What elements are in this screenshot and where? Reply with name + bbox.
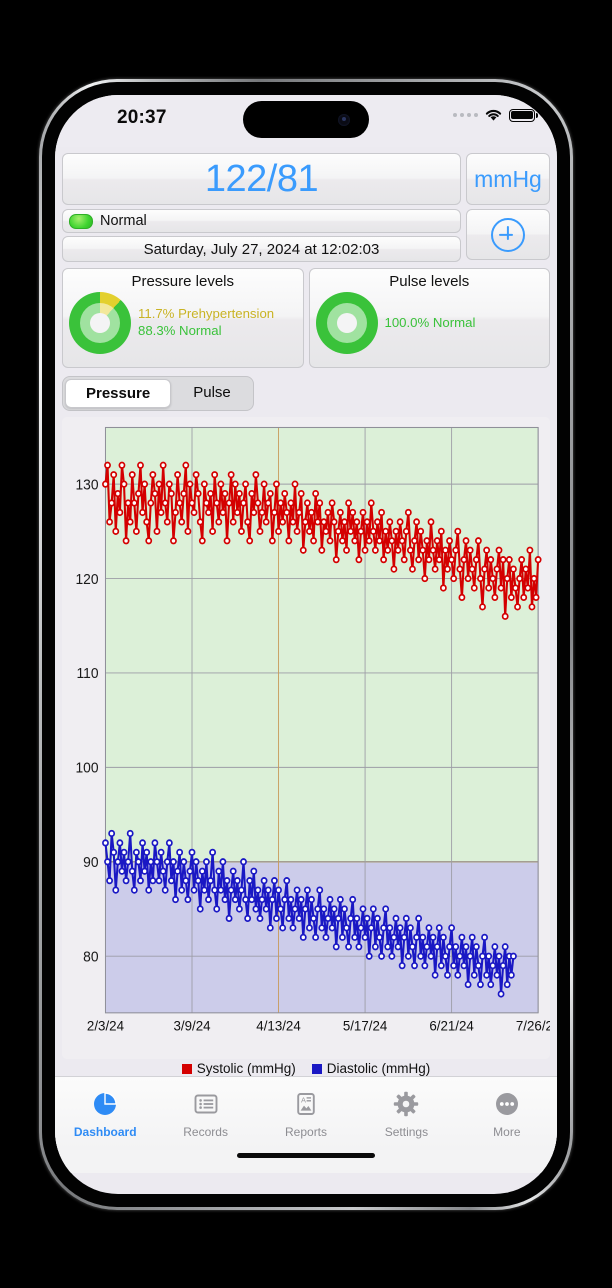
- svg-text:7/26/24: 7/26/24: [516, 1018, 550, 1033]
- pressure-levels-body: 11.7% Prehypertension 88.3% Normal: [63, 290, 303, 354]
- svg-text:A: A: [301, 1096, 306, 1105]
- unit-button[interactable]: mmHg: [466, 153, 550, 205]
- reading-row: 122/81 mmHg: [55, 147, 557, 205]
- pulse-donut-hole: [336, 313, 357, 333]
- pressure-levels-card[interactable]: Pressure levels 11.7% Prehypertension 88…: [62, 268, 304, 368]
- home-indicator[interactable]: [237, 1153, 375, 1158]
- phone-screen: 20:37 122/81 mmHg Normal Saturday, July …: [55, 95, 557, 1194]
- pressure-donut-hole: [90, 313, 110, 333]
- svg-text:120: 120: [75, 571, 98, 587]
- levels-row: Pressure levels 11.7% Prehypertension 88…: [55, 262, 557, 368]
- svg-text:90: 90: [83, 855, 98, 871]
- pulse-legend-item-0: 100.0% Normal: [384, 314, 476, 330]
- svg-text:2/3/24: 2/3/24: [87, 1018, 124, 1033]
- pulse-levels-title: Pulse levels: [389, 273, 470, 290]
- svg-text:100: 100: [75, 760, 98, 776]
- signal-dots-icon: [453, 113, 478, 117]
- segmented-control-wrap: Pressure Pulse: [55, 368, 557, 411]
- segmented-control[interactable]: Pressure Pulse: [62, 376, 254, 411]
- latest-reading-card[interactable]: 122/81: [62, 153, 461, 205]
- tab-more[interactable]: More: [457, 1077, 557, 1149]
- reading-timestamp: Saturday, July 27, 2024 at 12:02:03: [143, 240, 380, 258]
- tab-reports[interactable]: A Reports: [256, 1077, 356, 1149]
- pressure-chart-svg[interactable]: 80 90 100 110 120 130 2/3/24 3/9/24 4/13/24 5/17/…: [62, 417, 550, 1059]
- home-indicator-area: [55, 1149, 557, 1173]
- wifi-icon: [484, 108, 503, 122]
- tab-label-records: Records: [183, 1125, 228, 1139]
- plus-circle-icon: [491, 217, 525, 252]
- svg-text:110: 110: [77, 666, 99, 682]
- list-icon: [193, 1091, 219, 1122]
- tab-label-more: More: [493, 1125, 521, 1139]
- phone-bezel: 20:37 122/81 mmHg Normal Saturday, July …: [42, 82, 570, 1207]
- dynamic-island: [243, 101, 369, 138]
- legend-swatch-systolic: [181, 1063, 192, 1074]
- pressure-legend: 11.7% Prehypertension 88.3% Normal: [131, 306, 274, 340]
- legend-item-systolic: Systolic (mmHg): [181, 1061, 296, 1076]
- status-bar-indicators: [453, 108, 538, 122]
- pressure-chart[interactable]: 80 90 100 110 120 130 2/3/24 3/9/24 4/13/24 5/17/…: [62, 417, 550, 1059]
- battery-icon: [509, 108, 538, 122]
- tab-settings[interactable]: Settings: [356, 1077, 456, 1149]
- tab-label-reports: Reports: [285, 1125, 328, 1139]
- pulse-legend: 100.0% Normal: [378, 315, 476, 332]
- front-camera-icon: [338, 113, 350, 126]
- legend-item-diastolic: Diastolic (mmHg): [311, 1061, 431, 1076]
- tab-records[interactable]: Records: [155, 1077, 255, 1149]
- classification-column: Normal Saturday, July 27, 2024 at 12:02:…: [62, 209, 461, 262]
- add-reading-button[interactable]: [466, 209, 550, 260]
- ellipsis-circle-icon: [494, 1091, 520, 1122]
- svg-text:3/9/24: 3/9/24: [173, 1018, 210, 1033]
- legend-label-systolic: Systolic (mmHg): [196, 1061, 296, 1076]
- pressure-legend-item-0: 11.7% Prehypertension: [138, 306, 275, 322]
- pressure-levels-title: Pressure levels: [131, 273, 235, 290]
- pulse-donut-chart: [315, 292, 378, 354]
- pulse-levels-card[interactable]: Pulse levels 100.0% Normal: [308, 268, 550, 368]
- tab-dashboard[interactable]: Dashboard: [55, 1077, 155, 1149]
- tab-pressure[interactable]: Pressure: [65, 379, 172, 408]
- chart-legend: Systolic (mmHg) Diastolic (mmHg): [55, 1059, 557, 1076]
- svg-text:6/21/24: 6/21/24: [429, 1018, 474, 1033]
- tab-pulse[interactable]: Pulse: [173, 379, 251, 408]
- report-document-icon: A: [293, 1091, 319, 1122]
- legend-swatch-diastolic: [311, 1063, 322, 1074]
- status-indicator-icon: [69, 213, 93, 229]
- pressure-legend-item-1: 88.3% Normal: [138, 323, 222, 338]
- status-badge: Normal: [100, 213, 147, 229]
- tab-label-settings: Settings: [384, 1125, 429, 1139]
- screenshot-scene: 20:37 122/81 mmHg Normal Saturday, July …: [0, 0, 612, 1288]
- status-bar-clock: 20:37: [117, 107, 167, 128]
- svg-text:5/17/24: 5/17/24: [343, 1018, 388, 1033]
- pulse-levels-body: 100.0% Normal: [310, 290, 550, 354]
- timestamp-card: Saturday, July 27, 2024 at 12:02:03: [62, 236, 461, 262]
- svg-text:130: 130: [75, 477, 98, 493]
- status-bar: 20:37: [55, 95, 557, 147]
- svg-text:4/13/24: 4/13/24: [256, 1018, 301, 1033]
- app-content: 122/81 mmHg Normal Saturday, July 27, 20…: [55, 147, 557, 1173]
- svg-text:80: 80: [83, 949, 98, 965]
- classification-card[interactable]: Normal: [62, 209, 461, 233]
- unit-label: mmHg: [474, 165, 542, 192]
- pie-chart-icon: [92, 1091, 118, 1122]
- classification-row: Normal Saturday, July 27, 2024 at 12:02:…: [55, 205, 557, 262]
- latest-reading-value: 122/81: [204, 158, 319, 200]
- phone-frame: 20:37 122/81 mmHg Normal Saturday, July …: [39, 79, 573, 1210]
- gear-icon: [393, 1091, 419, 1122]
- tab-label-dashboard: Dashboard: [73, 1125, 137, 1139]
- pressure-donut-chart: [69, 292, 131, 354]
- tab-bar: Dashboard Records A Reports Settings Mor…: [55, 1076, 557, 1149]
- legend-label-diastolic: Diastolic (mmHg): [326, 1061, 431, 1076]
